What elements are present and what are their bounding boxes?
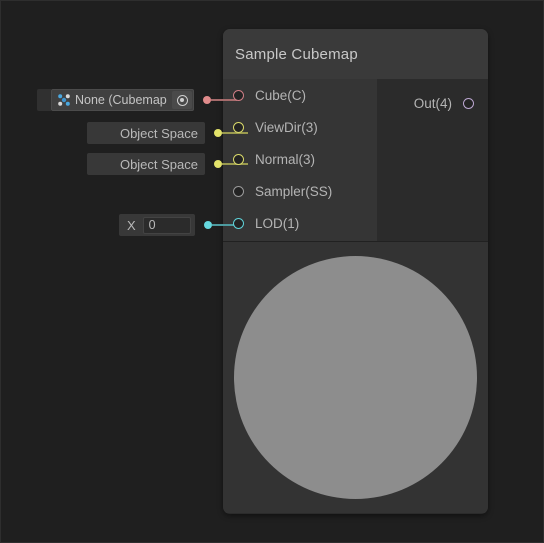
port-row-viewdir[interactable]: ViewDir(3) — [223, 111, 488, 143]
node-preview[interactable] — [223, 242, 488, 513]
normal-space-dropdown[interactable]: Object Space — [87, 153, 205, 175]
cubemap-asset-icon — [57, 93, 71, 107]
lod-input-row[interactable]: X 0 — [119, 214, 238, 236]
lod-value-input[interactable]: 0 — [142, 216, 191, 234]
port-row-sampler[interactable]: Sampler(SS) — [223, 175, 488, 207]
viewdir-space-dropdown[interactable]: Object Space — [87, 122, 205, 144]
lod-connector-dot-icon[interactable] — [203, 221, 212, 229]
normal-connector-dot-icon[interactable] — [214, 160, 222, 168]
viewdir-value-label: Object Space — [119, 125, 198, 141]
port-label-viewdir: ViewDir(3) — [255, 119, 318, 135]
port-row-normal[interactable]: Normal(3) — [223, 143, 488, 175]
port-dot-cube-icon[interactable] — [233, 89, 244, 101]
port-dot-viewdir-icon[interactable] — [233, 121, 244, 133]
shader-graph-canvas[interactable]: Sample Cubemap Cube(C) ViewDir(3) Normal… — [0, 0, 544, 543]
normal-value-label: Object Space — [119, 156, 198, 172]
object-picker-icon[interactable] — [172, 91, 192, 109]
port-dot-normal-icon[interactable] — [233, 153, 244, 165]
port-dot-out-icon[interactable] — [463, 98, 474, 109]
port-label-out: Out(4) — [413, 96, 452, 111]
port-label-cube: Cube(C) — [255, 87, 307, 103]
port-label-sampler: Sampler(SS) — [255, 183, 333, 199]
node-body: Cube(C) ViewDir(3) Normal(3) Sampler(SS) — [223, 79, 488, 242]
port-label-normal: Normal(3) — [255, 151, 316, 167]
preview-sphere — [234, 256, 477, 499]
port-dot-lod-icon[interactable] — [233, 217, 244, 229]
cubemap-value-label: None (Cubemap) — [75, 93, 167, 107]
node-header[interactable]: Sample Cubemap — [223, 29, 488, 79]
cubemap-connector-dot-icon[interactable] — [203, 96, 211, 104]
cubemap-object-field[interactable]: None (Cubemap) — [51, 89, 194, 111]
output-port-row[interactable]: Out(4) — [414, 96, 474, 111]
port-label-lod: LOD(1) — [255, 215, 300, 231]
viewdir-connector-dot-icon[interactable] — [214, 129, 222, 137]
lod-vector-field[interactable]: X 0 — [119, 214, 195, 236]
port-row-lod[interactable]: LOD(1) — [223, 207, 488, 239]
port-dot-sampler-icon[interactable] — [233, 185, 244, 197]
cubemap-drag-handle[interactable] — [37, 89, 51, 111]
lod-axis-label: X — [127, 217, 136, 233]
cubemap-input-row[interactable]: None (Cubemap) — [37, 89, 237, 111]
sample-cubemap-node[interactable]: Sample Cubemap Cube(C) ViewDir(3) Normal… — [223, 29, 488, 514]
node-title: Sample Cubemap — [235, 45, 358, 63]
